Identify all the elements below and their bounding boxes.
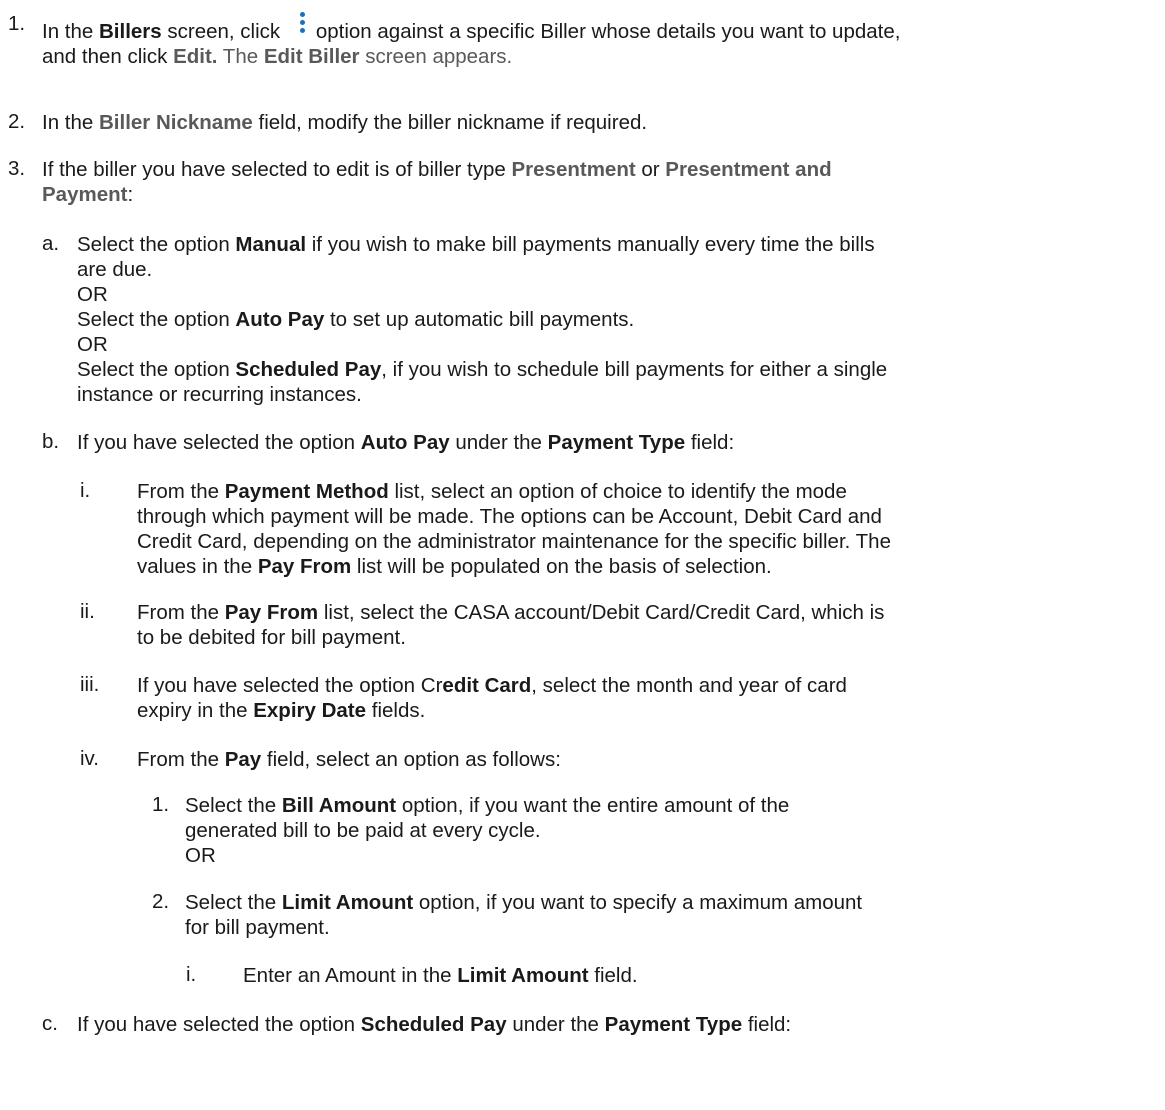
limit-amount-step-text: Enter an Amount in the Limit Amount fiel… <box>243 964 638 987</box>
pay-option-2-text: Select the Limit Amount option, if you w… <box>185 891 863 939</box>
sub-c-text: If you have selected the option Schedule… <box>77 1013 792 1036</box>
pay-option-1-label: 1. <box>152 793 170 816</box>
roman-iii-text: If you have selected the option Credit C… <box>137 674 847 722</box>
roman-i-text: From the Payment Method list, select an … <box>137 480 891 578</box>
edit-term: Edit. <box>173 45 218 68</box>
pay-option-1-text: Select the Bill Amount option, if you wa… <box>185 794 790 867</box>
kebab-menu-icon <box>292 12 312 40</box>
roman-i-label: i. <box>80 479 91 502</box>
sub-a-text: Select the option Manual if you wish to … <box>77 233 888 406</box>
biller-nickname-term: Biller Nickname <box>99 111 253 134</box>
pay-option-2-label: 2. <box>152 890 170 913</box>
sub-b-label: b. <box>42 430 60 453</box>
sub-a-label: a. <box>42 232 60 255</box>
roman-ii-text: From the Pay From list, select the CASA … <box>137 601 885 649</box>
roman-iv-text: From the Pay field, select an option as … <box>137 748 561 771</box>
step-1-text: In the Billers screen, click option agai… <box>42 12 1162 69</box>
limit-amount-step-label: i. <box>186 963 197 986</box>
roman-iv-label: iv. <box>80 747 99 770</box>
step-3-text: If the biller you have selected to edit … <box>42 158 832 206</box>
billers-term: Billers <box>99 20 162 43</box>
roman-ii-label: ii. <box>80 600 95 623</box>
sub-b-text: If you have selected the option Auto Pay… <box>77 431 735 454</box>
roman-iii-label: iii. <box>80 673 100 696</box>
step-3-number: 3. <box>8 157 26 180</box>
step-2-text: In the Biller Nickname field, modify the… <box>42 111 648 134</box>
step-1-number: 1. <box>8 12 26 35</box>
sub-c-label: c. <box>42 1012 58 1035</box>
edit-biller-term: Edit Biller <box>263 45 360 68</box>
step-2-number: 2. <box>8 110 26 133</box>
